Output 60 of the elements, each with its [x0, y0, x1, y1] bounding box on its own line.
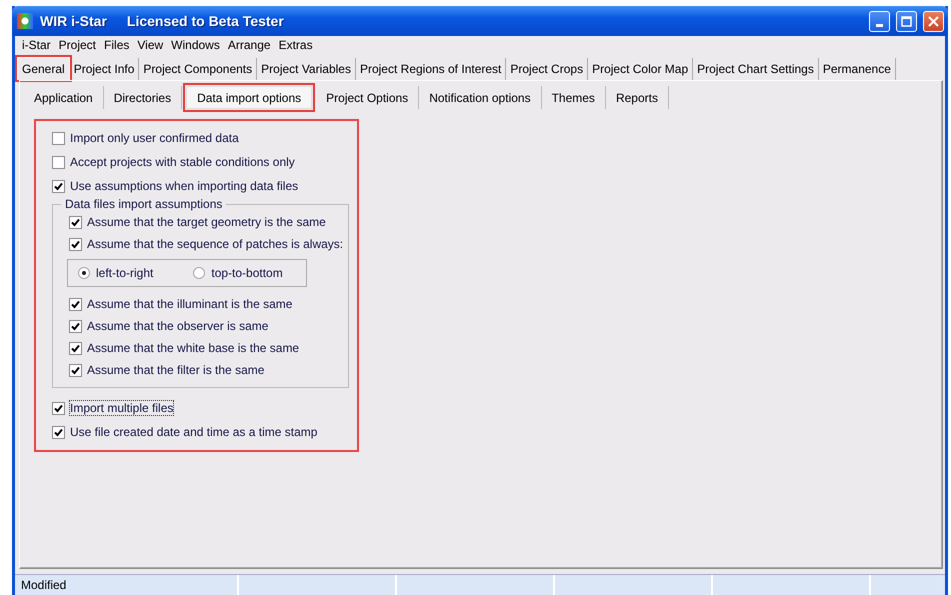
tab[interactable]: Directories	[104, 86, 182, 109]
menu-item[interactable]: Windows	[167, 38, 224, 52]
checkbox-label[interactable]: Assume that the illuminant is the same	[87, 297, 292, 311]
checkbox[interactable]	[69, 342, 82, 354]
tab[interactable]: Project Color Map	[588, 58, 694, 80]
tab[interactable]: Project Components	[139, 58, 258, 80]
checkbox[interactable]	[52, 132, 65, 144]
tab[interactable]: Project Variables	[257, 58, 356, 80]
tab[interactable]: Project Regions of Interest	[356, 58, 506, 80]
radio-label[interactable]: top-to-bottom	[211, 266, 283, 280]
tab[interactable]: Application	[24, 86, 104, 109]
menu-item[interactable]: Files	[100, 38, 134, 52]
checkbox[interactable]	[69, 216, 82, 228]
tab[interactable]: Project Options	[316, 86, 420, 109]
checkbox[interactable]	[69, 238, 82, 250]
maximize-icon	[901, 16, 912, 26]
checkbox-label[interactable]: Use assumptions when importing data files	[70, 179, 298, 193]
minimize-button[interactable]	[869, 10, 890, 32]
maximize-button[interactable]	[896, 10, 917, 32]
app-icon	[16, 12, 34, 30]
tab[interactable]: Themes	[542, 86, 606, 109]
checkbox-label[interactable]: Assume that the filter is the same	[87, 363, 264, 377]
checkbox[interactable]	[52, 426, 65, 438]
checkbox-label[interactable]: Assume that the white base is the same	[87, 341, 300, 355]
menu-item[interactable]: i-Star	[18, 38, 55, 52]
close-icon	[928, 16, 939, 26]
tab[interactable]: Project Crops	[506, 58, 588, 80]
checkbox[interactable]	[52, 402, 65, 414]
checkbox[interactable]	[69, 320, 82, 332]
menu-item[interactable]: Extras	[274, 38, 317, 52]
checkbox-label[interactable]: Assume that the target geometry is the same	[87, 215, 326, 229]
tab[interactable]: Reports	[606, 86, 669, 109]
menu-item[interactable]: Project	[54, 38, 100, 52]
checkbox-label[interactable]: Import multiple files	[70, 401, 174, 415]
tab[interactable]: General	[17, 57, 70, 80]
menu-item[interactable]: View	[133, 38, 168, 52]
tab[interactable]: Notification options	[419, 86, 542, 109]
checkbox-label[interactable]: Assume that the sequence of patches is always:	[87, 237, 344, 251]
menu-item[interactable]: Arrange	[224, 38, 275, 52]
radio-button[interactable]	[78, 267, 90, 279]
checkbox-label[interactable]: Assume that the observer is same	[87, 319, 268, 333]
radio-button[interactable]	[193, 267, 206, 279]
checkbox-label[interactable]: Use file created date and time as a time stamp	[70, 425, 318, 439]
checkbox-label[interactable]: Accept projects with stable conditions only	[70, 155, 295, 169]
checkbox[interactable]	[69, 298, 82, 310]
checkbox-label[interactable]: Import only user confirmed data	[70, 131, 239, 145]
checkbox[interactable]	[69, 364, 82, 376]
group-title: Data files import assumptions	[61, 197, 226, 211]
window-subtitle: Licensed to Beta Tester	[126, 13, 284, 29]
radio-label[interactable]: left-to-right	[96, 266, 154, 280]
minimize-icon	[876, 24, 883, 26]
status-text: Modified	[15, 575, 239, 595]
window-title: WIR i-Star	[40, 13, 107, 29]
tab[interactable]: Permanence	[818, 58, 896, 80]
close-button[interactable]	[923, 10, 944, 32]
tab[interactable]: Data import options	[186, 86, 312, 109]
checkbox[interactable]	[52, 156, 65, 168]
tab[interactable]: Project Info	[70, 58, 140, 80]
tab[interactable]: Project Chart Settings	[693, 58, 819, 80]
checkbox[interactable]	[52, 180, 65, 192]
